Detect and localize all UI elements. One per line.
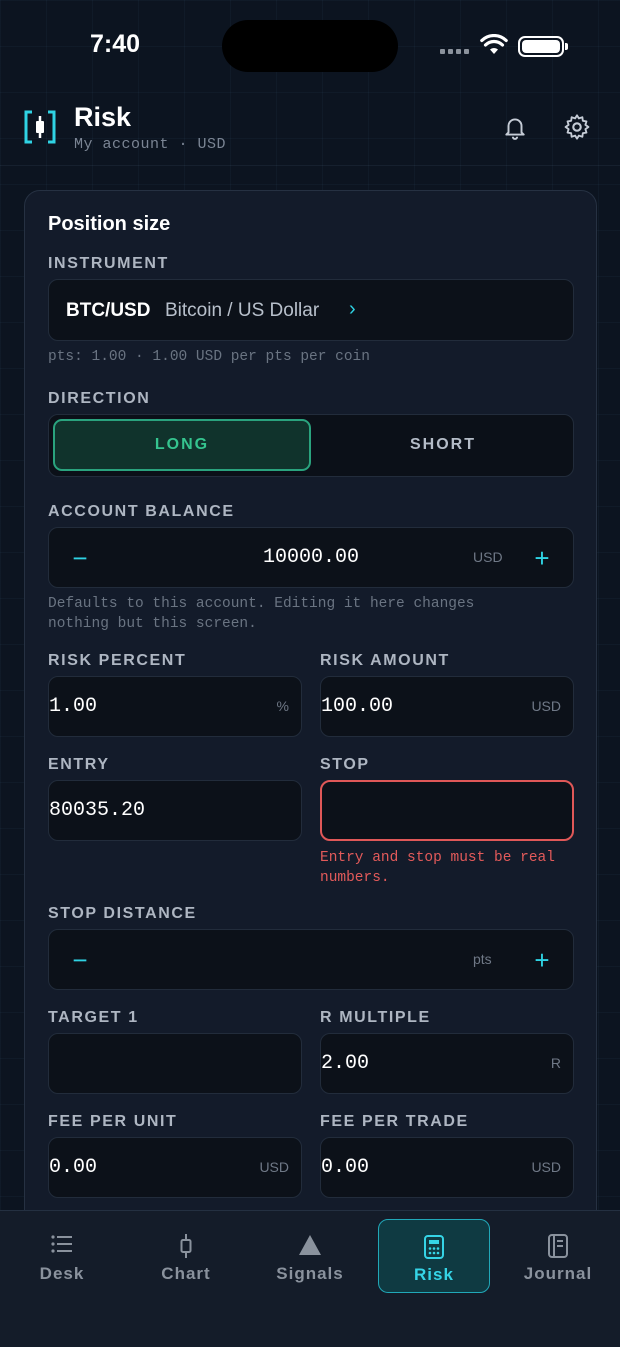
fee-per-unit-label: FEE PER UNIT [48, 1113, 178, 1130]
entry-input[interactable]: 80035.20 [48, 780, 302, 841]
stop-distance-unit: pts [473, 951, 492, 967]
direction-label: DIRECTION [48, 390, 151, 407]
list-icon [51, 1235, 72, 1253]
candlestick-icon [180, 1234, 192, 1258]
fee-per-trade-value: 0.00 [321, 1156, 370, 1179]
card-title: Position size [48, 213, 171, 235]
instrument-name: Bitcoin / US Dollar [165, 300, 320, 321]
entry-label: ENTRY [48, 756, 110, 773]
fee-per-trade-unit: USD [531, 1159, 561, 1175]
stop-label: STOP [320, 756, 370, 773]
battery-icon [518, 36, 568, 57]
r-multiple-input[interactable]: 2.00 R [320, 1033, 574, 1094]
direction-short-button[interactable]: SHORT [313, 419, 573, 471]
page-subtitle: My account · USD [74, 136, 227, 153]
gear-icon[interactable] [563, 113, 591, 141]
stop-distance-decrement-button[interactable]: − [62, 942, 98, 978]
fee-per-trade-input[interactable]: 0.00 USD [320, 1137, 574, 1198]
bottom-nav: Desk Chart Signals Risk Journal [0, 1210, 620, 1347]
direction-toggle: LONG SHORT [48, 414, 574, 477]
nav-item-desk[interactable]: Desk [6, 1219, 118, 1293]
calculator-icon [424, 1235, 444, 1259]
nav-item-chart[interactable]: Chart [130, 1219, 242, 1293]
risk-amount-label: RISK AMOUNT [320, 652, 450, 669]
page-title: Risk [74, 102, 132, 132]
bell-icon[interactable] [502, 114, 528, 140]
instrument-symbol: BTC/USD [66, 300, 151, 321]
nav-label: Signals [276, 1264, 344, 1283]
instrument-label: INSTRUMENT [48, 255, 169, 272]
app-header: Risk My account · USD [0, 96, 620, 166]
status-time: 7:40 [90, 30, 141, 58]
risk-amount-value: 100.00 [321, 695, 394, 718]
target1-label: TARGET 1 [48, 1009, 139, 1026]
fee-per-trade-label: FEE PER TRADE [320, 1113, 469, 1130]
app-logo-icon [24, 110, 56, 144]
nav-item-risk[interactable]: Risk [378, 1219, 490, 1293]
dynamic-island [222, 20, 398, 72]
risk-amount-unit: USD [531, 698, 561, 714]
entry-value: 80035.20 [49, 799, 146, 822]
status-bar: 7:40 [0, 0, 620, 90]
account-balance-label: ACCOUNT BALANCE [48, 503, 235, 520]
risk-percent-unit: % [276, 698, 289, 714]
nav-label: Journal [523, 1264, 593, 1283]
position-size-card: Position size INSTRUMENT BTC/USD Bitcoin… [24, 190, 597, 1290]
stop-distance-stepper: − pts + [48, 929, 574, 990]
stop-distance-increment-button[interactable]: + [524, 942, 560, 978]
stop-error-line1: Entry and stop must be real [320, 850, 555, 866]
nav-label: Desk [39, 1264, 85, 1283]
instrument-hint: pts: 1.00 · 1.00 USD per pts per coin [48, 349, 370, 365]
risk-amount-input[interactable]: 100.00 USD [320, 676, 574, 737]
balance-increment-button[interactable]: + [524, 540, 560, 576]
fee-per-unit-value: 0.00 [49, 1156, 98, 1179]
r-multiple-label: R MULTIPLE [320, 1009, 431, 1026]
stop-distance-label: STOP DISTANCE [48, 905, 197, 922]
stop-error-line2: numbers. [320, 870, 390, 886]
journal-icon [548, 1234, 568, 1258]
balance-hint-line1: Defaults to this account. Editing it her… [48, 596, 475, 612]
direction-long-button[interactable]: LONG [53, 419, 311, 471]
nav-label: Risk [414, 1265, 454, 1284]
fee-per-unit-input[interactable]: 0.00 USD [48, 1137, 302, 1198]
balance-hint-line2: nothing but this screen. [48, 616, 257, 632]
triangle-icon [299, 1235, 321, 1255]
instrument-selector[interactable]: BTC/USD Bitcoin / US Dollar › [48, 279, 574, 341]
stop-input[interactable] [320, 780, 574, 841]
risk-percent-input[interactable]: 1.00 % [48, 676, 302, 737]
cellular-signal-icon [440, 49, 469, 54]
nav-item-journal[interactable]: Journal [502, 1219, 614, 1293]
r-multiple-unit: R [550, 1055, 561, 1071]
target1-input[interactable] [48, 1033, 302, 1094]
risk-percent-value: 1.00 [49, 695, 98, 718]
nav-item-signals[interactable]: Signals [254, 1219, 366, 1293]
r-multiple-value: 2.00 [321, 1052, 370, 1075]
balance-unit: USD [473, 549, 503, 565]
wifi-icon [480, 34, 508, 54]
fee-per-unit-unit: USD [259, 1159, 289, 1175]
chevron-right-icon: › [349, 298, 356, 320]
risk-percent-label: RISK PERCENT [48, 652, 187, 669]
nav-label: Chart [161, 1264, 211, 1283]
account-balance-stepper: − 10000.00 USD + [48, 527, 574, 588]
